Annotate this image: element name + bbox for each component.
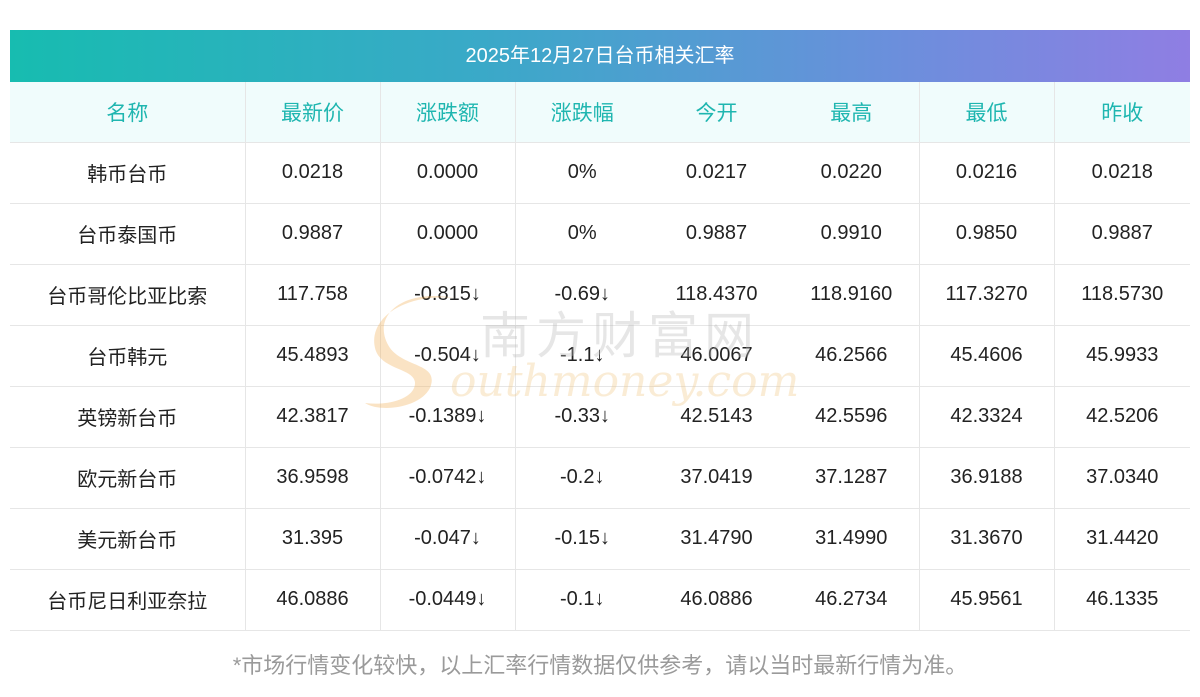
table-row: 台币尼日利亚奈拉 46.0886 -0.0449↓ -0.1↓ 46.0886 46.27… — [10, 568, 1190, 631]
cell-change: -0.0449↓ — [380, 568, 516, 631]
page: 2025年12月27日台币相关汇率 名称 最新价 涨跌额 涨跌幅 今开 最高 最… — [0, 0, 1200, 697]
cell-prev-close: 37.0340 — [1054, 446, 1190, 508]
cell-open: 118.4370 — [649, 263, 784, 325]
cell-high: 118.9160 — [784, 263, 920, 325]
cell-open: 0.0217 — [649, 141, 784, 203]
table-row: 英镑新台币 42.3817 -0.1389↓ -0.33↓ 42.5143 42.5596… — [10, 385, 1190, 447]
column-header-change: 涨跌额 — [380, 82, 516, 142]
cell-latest: 31.395 — [245, 507, 381, 569]
table-row: 欧元新台币 36.9598 -0.0742↓ -0.2↓ 37.0419 37.1287 3… — [10, 446, 1190, 508]
cell-high: 31.4990 — [784, 507, 920, 569]
cell-name: 台币泰国币 — [10, 202, 246, 264]
cell-open: 46.0067 — [649, 324, 784, 386]
cell-latest: 0.9887 — [245, 202, 381, 264]
table-row: 美元新台币 31.395 -0.047↓ -0.15↓ 31.4790 31.4990 31… — [10, 507, 1190, 569]
column-header-latest: 最新价 — [245, 82, 381, 142]
table-header-row: 名称 最新价 涨跌额 涨跌幅 今开 最高 最低 昨收 — [10, 82, 1190, 142]
cell-name: 台币尼日利亚奈拉 — [10, 568, 246, 631]
cell-change: -0.504↓ — [380, 324, 516, 386]
cell-prev-close: 118.5730 — [1054, 263, 1190, 325]
cell-low: 0.0216 — [919, 141, 1055, 203]
disclaimer-footnote: *市场行情变化较快，以上汇率行情数据仅供参考，请以当时最新行情为准。 — [232, 653, 968, 678]
cell-latest: 42.3817 — [245, 385, 381, 447]
cell-low: 0.9850 — [919, 202, 1055, 264]
cell-change-pct: 0% — [515, 202, 649, 264]
column-header-prev-close: 昨收 — [1101, 101, 1144, 125]
cell-low: 45.4606 — [919, 324, 1055, 386]
cell-name: 英镑新台币 — [10, 385, 246, 447]
table-row: 台币韩元 45.4893 -0.504↓ -1.1↓ 46.0067 46.2566 45.… — [10, 324, 1190, 386]
cell-high: 42.5596 — [784, 385, 920, 447]
column-header-name: 名称 — [10, 82, 246, 142]
cell-low: 117.3270 — [919, 263, 1055, 325]
cell-latest: 36.9598 — [245, 446, 381, 508]
cell-prev-close: 0.9887 — [1054, 202, 1190, 264]
cell-latest: 0.0218 — [245, 141, 381, 203]
cell-change-pct: -0.1↓ — [515, 568, 649, 631]
cell-change: -0.0742↓ — [380, 446, 516, 508]
table-row: 韩币台币 0.0218 0.0000 0% 0.0217 0.0220 0.0216 0.02… — [10, 141, 1190, 203]
cell-high: 37.1287 — [784, 446, 920, 508]
table-row: 台币哥伦比亚比索 117.758 -0.815↓ -0.69↓ 118.4370 118.… — [10, 263, 1190, 325]
cell-name: 欧元新台币 — [10, 446, 246, 508]
cell-prev-close: 45.9933 — [1054, 324, 1190, 386]
cell-change-pct: -0.33↓ — [515, 385, 649, 447]
cell-latest: 117.758 — [245, 263, 381, 325]
cell-name: 台币哥伦比亚比索 — [10, 263, 246, 325]
cell-high: 46.2566 — [784, 324, 920, 386]
cell-high: 46.2734 — [784, 568, 920, 631]
page-title: 2025年12月27日台币相关汇率 — [10, 30, 1190, 82]
cell-low: 42.3324 — [919, 385, 1055, 447]
cell-open: 31.4790 — [649, 507, 784, 569]
cell-name: 台币韩元 — [10, 324, 246, 386]
cell-prev-close: 46.1335 — [1054, 568, 1190, 631]
cell-latest: 46.0886 — [245, 568, 381, 631]
cell-prev-close: 0.0218 — [1054, 141, 1190, 203]
cell-open: 46.0886 — [649, 568, 784, 631]
cell-low: 36.9188 — [919, 446, 1055, 508]
cell-change-pct: -1.1↓ — [515, 324, 649, 386]
cell-change: -0.815↓ — [380, 263, 516, 325]
cell-change-pct: 0% — [515, 141, 649, 203]
cell-low: 45.9561 — [919, 568, 1055, 631]
column-header-change-pct: 涨跌幅 — [550, 101, 614, 125]
cell-change: -0.047↓ — [380, 507, 516, 569]
cell-name: 韩币台币 — [10, 141, 246, 203]
table-row: 台币泰国币 0.9887 0.0000 0% 0.9887 0.9910 0.9850 0.9… — [10, 202, 1190, 264]
cell-change-pct: -0.2↓ — [515, 446, 649, 508]
exchange-rate-table: 名称 最新价 涨跌额 涨跌幅 今开 最高 最低 昨收 韩币台币 0.0218 0.0… — [10, 82, 1190, 631]
column-header-high: 最高 — [784, 82, 920, 142]
cell-change: 0.0000 — [380, 141, 516, 203]
cell-high: 0.0220 — [784, 141, 920, 203]
cell-open: 42.5143 — [649, 385, 784, 447]
cell-open: 0.9887 — [649, 202, 784, 264]
cell-prev-close: 42.5206 — [1054, 385, 1190, 447]
cell-change: -0.1389↓ — [380, 385, 516, 447]
column-header-low: 最低 — [919, 82, 1055, 142]
cell-prev-close: 31.4420 — [1054, 507, 1190, 569]
cell-change-pct: -0.15↓ — [515, 507, 649, 569]
column-header-open: 今开 — [695, 101, 738, 125]
cell-open: 37.0419 — [649, 446, 784, 508]
cell-change: 0.0000 — [380, 202, 516, 264]
cell-latest: 45.4893 — [245, 324, 381, 386]
cell-name: 美元新台币 — [10, 507, 246, 569]
cell-low: 31.3670 — [919, 507, 1055, 569]
cell-high: 0.9910 — [784, 202, 920, 264]
cell-change-pct: -0.69↓ — [515, 263, 649, 325]
